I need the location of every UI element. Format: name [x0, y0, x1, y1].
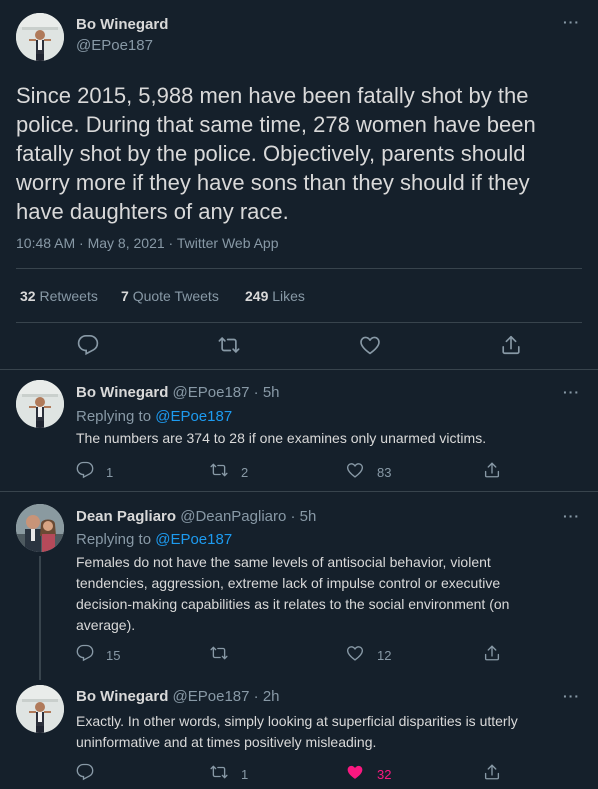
- divider: [16, 322, 582, 323]
- like-count: 32: [377, 767, 392, 782]
- reply-text: Exactly. In other words, simply looking …: [76, 713, 518, 750]
- retweet-icon[interactable]: [218, 334, 240, 356]
- like-icon[interactable]: [346, 644, 364, 662]
- likes-count: 249: [245, 288, 269, 304]
- reply-icon[interactable]: [76, 644, 94, 662]
- avatar[interactable]: [16, 685, 64, 733]
- reply-text: The numbers are 374 to 28 if one examine…: [76, 430, 487, 446]
- divider: [0, 491, 598, 492]
- author-name[interactable]: Dean Pagliaro: [76, 508, 176, 525]
- reply-icon[interactable]: [77, 334, 99, 356]
- quote-tweets-stat[interactable]: 7 Quote Tweets: [121, 288, 219, 304]
- avatar[interactable]: [16, 380, 64, 428]
- retweets-count: 32: [20, 288, 36, 304]
- more-options-icon[interactable]: ···: [563, 509, 580, 523]
- retweets-label: Retweets: [39, 288, 98, 304]
- share-icon[interactable]: [483, 461, 501, 479]
- thread-line: [39, 556, 41, 680]
- tweet-meta[interactable]: 10:48 AM · May 8, 2021 · Twitter Web App: [16, 235, 279, 251]
- author-name[interactable]: Bo Winegard: [76, 384, 168, 401]
- replying-to-link[interactable]: @EPoe187: [155, 531, 232, 548]
- retweet-icon[interactable]: [210, 461, 228, 479]
- like-icon[interactable]: [346, 461, 364, 479]
- replying-to-prefix: Replying to: [76, 408, 152, 425]
- author-handle-time[interactable]: @EPoe187 · 2h: [173, 688, 280, 705]
- like-count: 83: [377, 465, 392, 480]
- divider: [16, 268, 582, 269]
- replying-to: Replying to @EPoe187: [76, 408, 232, 425]
- author-handle-time[interactable]: @DeanPagliaro · 5h: [180, 508, 316, 525]
- more-options-icon[interactable]: ···: [563, 689, 580, 703]
- quote-tweets-count: 7: [121, 288, 129, 304]
- more-options-icon[interactable]: ···: [563, 385, 580, 399]
- like-count: 12: [377, 648, 392, 663]
- reply-header: Dean Pagliaro @DeanPagliaro · 5h: [76, 508, 316, 525]
- retweet-icon[interactable]: [210, 644, 228, 662]
- reply-icon[interactable]: [76, 461, 94, 479]
- author-name[interactable]: Bo Winegard: [76, 688, 168, 705]
- more-options-icon[interactable]: ···: [563, 15, 580, 29]
- reply-header: Bo Winegard @EPoe187 · 5h: [76, 384, 280, 401]
- divider: [0, 369, 598, 370]
- likes-label: Likes: [272, 288, 305, 304]
- retweet-count: 1: [241, 767, 249, 782]
- author-handle-time[interactable]: @EPoe187 · 5h: [173, 384, 280, 401]
- like-icon[interactable]: [359, 334, 381, 356]
- reply-count: 1: [106, 465, 114, 480]
- replying-to: Replying to @EPoe187: [76, 531, 232, 548]
- quote-tweets-label: Quote Tweets: [132, 288, 219, 304]
- avatar[interactable]: [16, 504, 64, 552]
- likes-stat[interactable]: 249 Likes: [245, 288, 305, 304]
- reply-text: Females do not have the same levels of a…: [76, 554, 510, 633]
- author-name[interactable]: Bo Winegard: [76, 16, 168, 33]
- retweet-icon[interactable]: [210, 763, 228, 781]
- liked-heart-icon[interactable]: [346, 763, 364, 781]
- avatar[interactable]: [16, 13, 64, 61]
- reply-header: Bo Winegard @EPoe187 · 2h: [76, 688, 280, 705]
- author-handle[interactable]: @EPoe187: [76, 37, 153, 54]
- reply-count: 15: [106, 648, 121, 663]
- share-icon[interactable]: [483, 763, 501, 781]
- replying-to-link[interactable]: @EPoe187: [155, 408, 232, 425]
- reply-icon[interactable]: [76, 763, 94, 781]
- share-icon[interactable]: [483, 644, 501, 662]
- replying-to-prefix: Replying to: [76, 531, 152, 548]
- retweet-count: 2: [241, 465, 249, 480]
- retweets-stat[interactable]: 32 Retweets: [20, 288, 98, 304]
- tweet-text: Since 2015, 5,988 men have been fatally …: [16, 83, 536, 224]
- share-icon[interactable]: [500, 334, 522, 356]
